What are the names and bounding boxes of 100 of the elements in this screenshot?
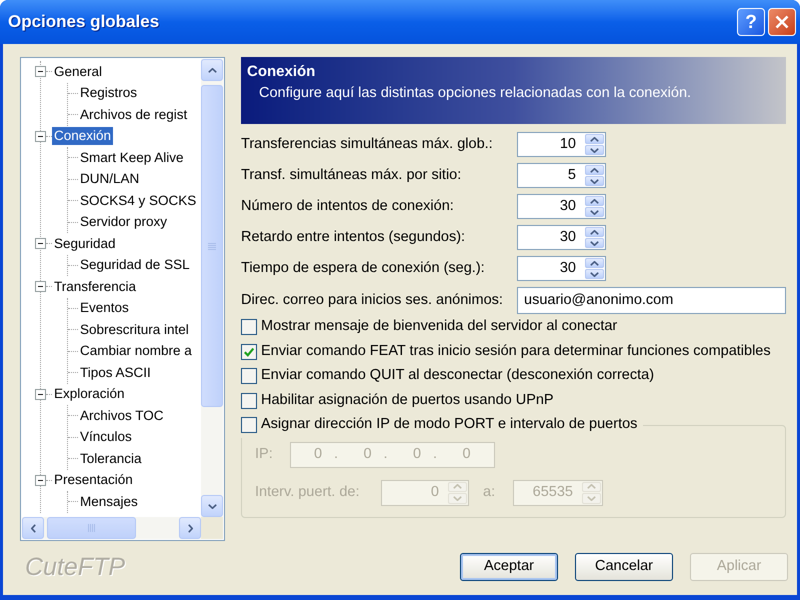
caret-down-icon [453, 496, 462, 501]
tree-item[interactable]: Eventos [78, 299, 131, 318]
checkbox[interactable] [241, 344, 257, 360]
brand-logo: CuteFTP [25, 554, 126, 580]
caret-down-icon [208, 504, 216, 508]
collapse-icon[interactable] [35, 238, 46, 250]
tree-item[interactable]: Smart Keep Alive [78, 148, 186, 167]
caret-right-icon [188, 524, 192, 532]
field-label: Transferencias simultáneas máx. glob.: [241, 134, 494, 154]
scroll-left-button[interactable] [22, 517, 44, 539]
tree-item[interactable]: SOCKS4 y SOCKS [78, 192, 198, 210]
checkbox-label: Enviar comando QUIT al desconectar (desconexión correcta) [261, 366, 654, 386]
dialog-button[interactable]: Cancelar [575, 553, 673, 581]
checkbox[interactable] [241, 368, 257, 384]
scroll-up-button[interactable] [201, 59, 223, 81]
grip-icon [88, 524, 95, 532]
field-label: a: [483, 482, 496, 502]
spin-up-button[interactable] [585, 134, 604, 144]
close-button[interactable] [768, 8, 796, 36]
dialog-button[interactable]: Aceptar [460, 553, 558, 581]
checkbox[interactable] [241, 392, 257, 409]
spin-up-button[interactable] [585, 165, 604, 175]
vertical-scrollbar[interactable] [201, 59, 223, 517]
tree-item[interactable]: Seguridad [52, 234, 118, 253]
scrollbar-corner [201, 517, 223, 539]
tree-item[interactable]: Tolerancia [78, 450, 144, 468]
spin-down-button[interactable] [585, 238, 604, 248]
tree-item[interactable]: Conexión [52, 127, 114, 146]
field-label: Interv. puert. de: [255, 482, 361, 502]
tree-item[interactable]: Vínculos [78, 428, 134, 446]
section-title: Conexión [247, 63, 316, 81]
tree-item[interactable]: Registros [78, 84, 140, 102]
grip-icon [208, 242, 216, 250]
field-label: Retardo entre intentos (segundos): [241, 228, 466, 247]
caret-up-icon [590, 260, 599, 266]
spin-down-button[interactable] [585, 207, 604, 217]
collapse-icon[interactable] [35, 388, 46, 400]
caret-left-icon [30, 524, 36, 532]
number-field[interactable]: 30 [517, 225, 606, 250]
section-description: Configure aquí las distintas opciones relacionadas con la conexión. [258, 84, 692, 102]
number-field[interactable]: 5 [517, 163, 606, 188]
tree-item[interactable]: Archivos TOC [78, 406, 166, 425]
field-label: IP: [255, 444, 274, 464]
spin-up-button[interactable] [585, 258, 604, 268]
tree-item[interactable]: Servidor proxy [78, 213, 170, 232]
collapse-icon[interactable] [35, 130, 46, 142]
spin-up-button[interactable] [585, 196, 604, 206]
window-title: Opciones globales [8, 11, 160, 34]
field-label: Direc. correo para inicios ses. anónimos: [241, 290, 504, 310]
caret-down-icon [590, 178, 599, 184]
caret-down-icon [590, 148, 599, 152]
caret-down-icon [587, 496, 596, 501]
caret-down-icon [590, 240, 599, 246]
spin-down-button[interactable] [585, 145, 604, 155]
checkbox-label: Habilitar asignación de puertos usando UPnP [261, 390, 554, 410]
tree-item[interactable]: Mensajes [78, 492, 140, 511]
checkbox-label: Enviar comando FEAT tras inicio sesión para determinar funciones compatibles [261, 342, 771, 361]
help-button[interactable]: ? [737, 8, 765, 36]
scrollbar-thumb[interactable] [47, 517, 136, 539]
caret-up-icon [590, 136, 599, 142]
spin-down-button[interactable] [585, 176, 604, 186]
checkbox[interactable] [241, 319, 257, 336]
scroll-right-button[interactable] [179, 517, 201, 539]
caret-up-icon [590, 168, 599, 172]
tree-item[interactable]: Sobrescritura intel [78, 320, 191, 339]
tree-item[interactable]: DUN/LAN [78, 170, 142, 188]
spin-down-button[interactable] [585, 269, 604, 279]
caret-down-icon [590, 210, 599, 214]
caret-down-icon [590, 272, 599, 276]
tree-item[interactable]: Seguridad de SSL [78, 256, 192, 274]
caret-up-icon [208, 68, 216, 72]
tree-item[interactable]: Presentación [52, 471, 135, 490]
tree-item[interactable]: Cambiar nombre a [78, 342, 194, 360]
number-field[interactable]: 30 [517, 256, 606, 281]
tree-item[interactable]: Transferencia [52, 278, 138, 296]
collapse-icon[interactable] [35, 281, 46, 292]
spin-up-button[interactable] [585, 227, 604, 237]
field-label: Transf. simultáneas máx. por sitio: [241, 166, 462, 185]
tree-item[interactable]: Exploración [52, 385, 127, 404]
field-label: Tiempo de espera de conexión (seg.): [241, 258, 486, 278]
close-icon [775, 15, 789, 29]
tree-item[interactable]: Tipos ASCII [78, 364, 153, 382]
caret-up-icon [590, 198, 599, 204]
caret-up-icon [590, 230, 599, 234]
number-field[interactable]: 30 [517, 194, 606, 219]
checkbox-label: Mostrar mensaje de bienvenida del servidor al conectar [261, 317, 618, 336]
tree-item[interactable]: Archivos de regist [78, 106, 190, 124]
scrollbar-thumb[interactable] [201, 85, 223, 407]
collapse-icon[interactable] [35, 66, 46, 78]
number-field[interactable]: 10 [517, 132, 606, 157]
email-field[interactable]: usuario@anonimo.com [517, 287, 786, 314]
caret-up-icon [453, 484, 462, 490]
checkbox[interactable] [241, 417, 257, 434]
collapse-icon[interactable] [35, 474, 46, 486]
field-label: Número de intentos de conexión: [241, 196, 455, 216]
horizontal-scrollbar[interactable] [22, 517, 201, 539]
scroll-down-button[interactable] [201, 495, 223, 517]
caret-up-icon [587, 484, 596, 490]
checkbox-label: Asignar dirección IP de modo PORT e intervalo de puertos [261, 415, 638, 434]
tree-item[interactable]: General [52, 62, 104, 81]
